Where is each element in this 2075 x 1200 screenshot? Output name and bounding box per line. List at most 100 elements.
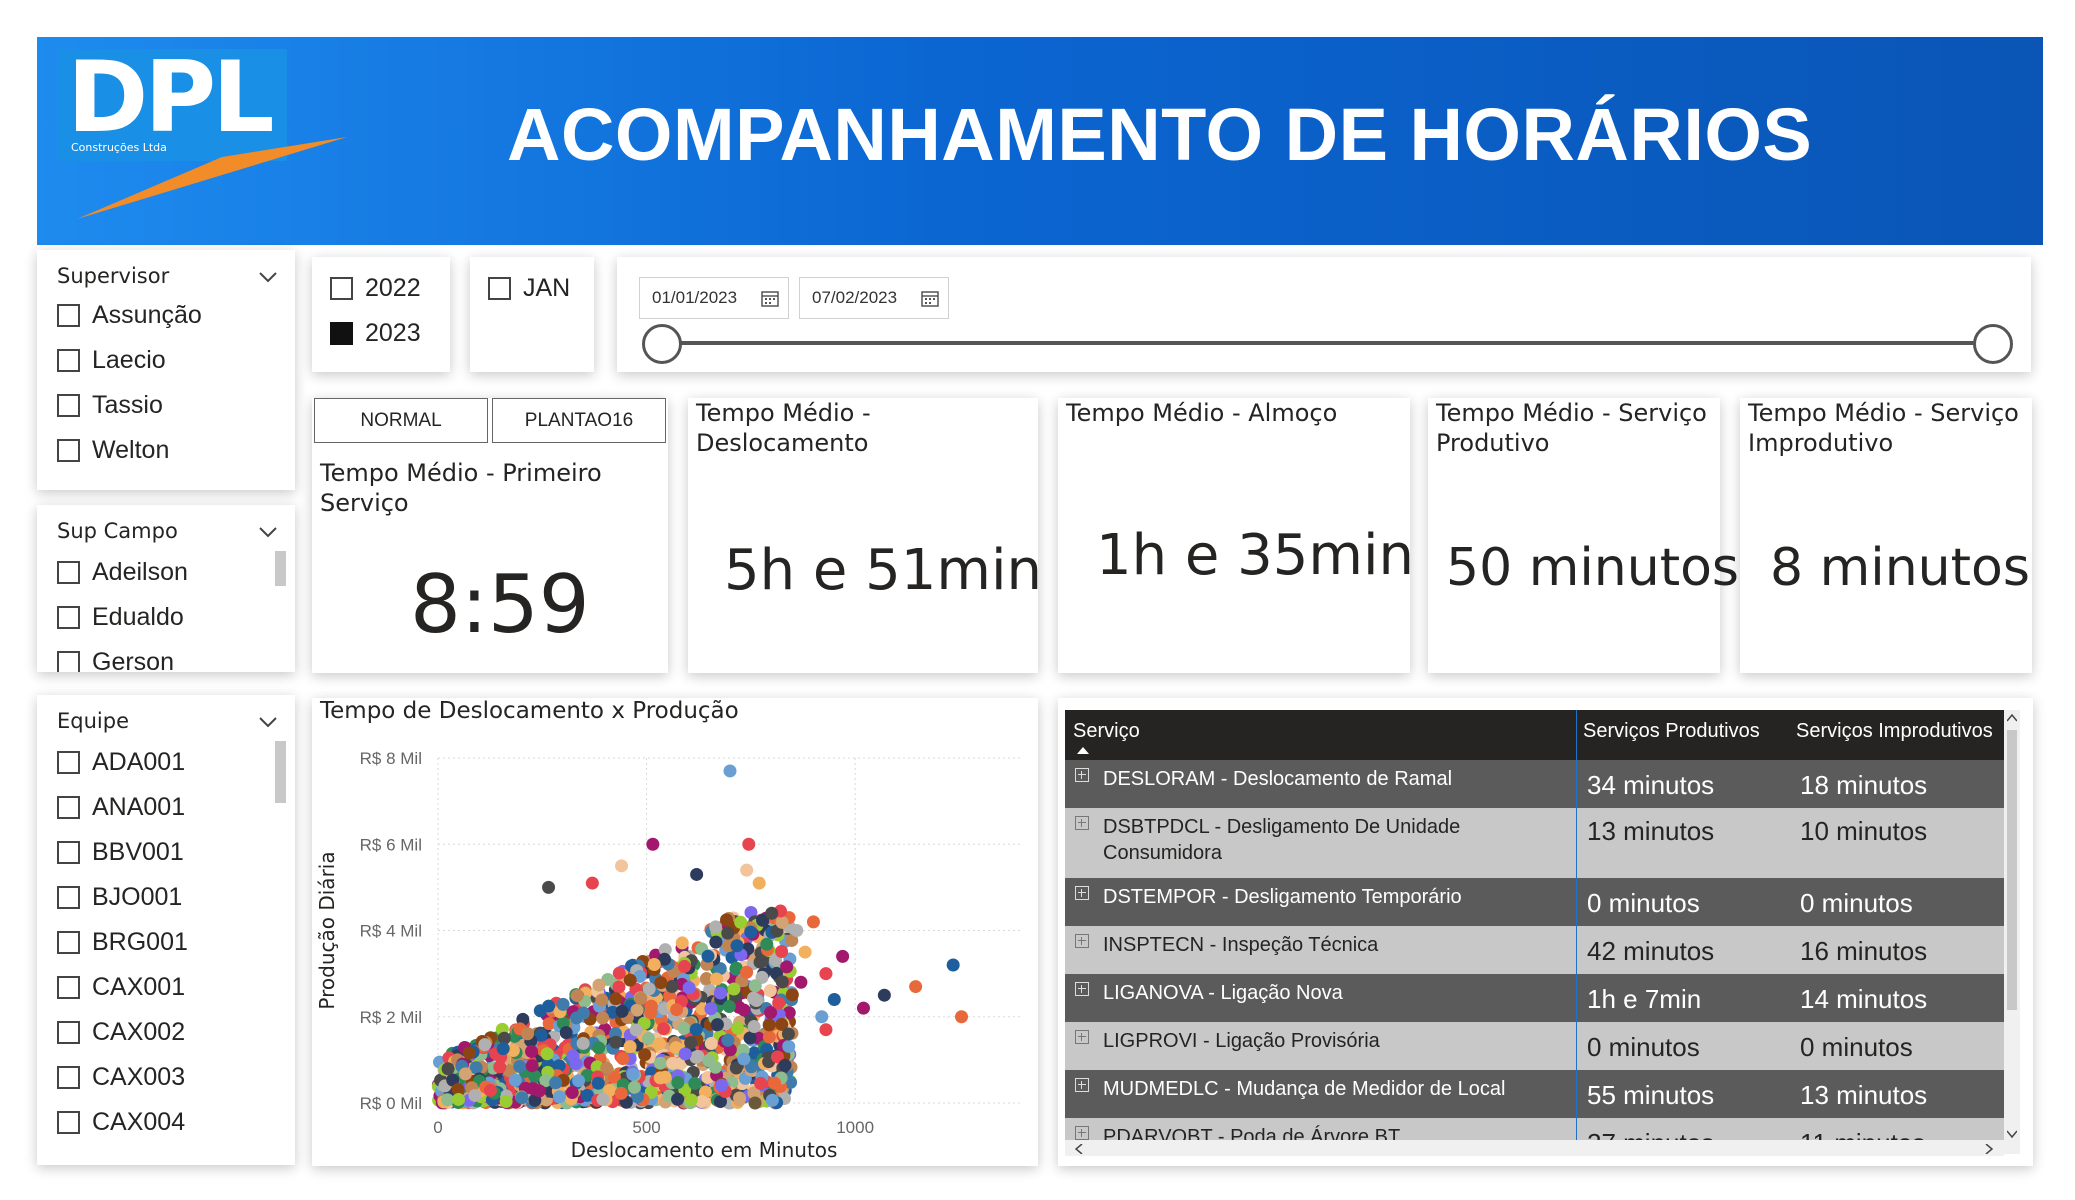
slicer-option[interactable]: Tassio: [57, 390, 163, 420]
vertical-scrollbar[interactable]: [2004, 710, 2020, 1154]
expand-icon[interactable]: [1075, 1126, 1089, 1140]
table-row[interactable]: LIGPROVI - Ligação Provisória 0 minutos 0 …: [1065, 1022, 2004, 1070]
table-row[interactable]: MUDMEDLC - Mudança de Medidor de Local 55…: [1065, 1070, 2004, 1118]
expand-icon[interactable]: [1075, 982, 1089, 996]
data-point: [665, 980, 679, 994]
checkbox[interactable]: [330, 276, 353, 300]
checkbox[interactable]: [57, 605, 80, 629]
calendar-icon[interactable]: [920, 288, 940, 308]
expand-icon[interactable]: [1075, 934, 1089, 948]
checkbox[interactable]: [57, 930, 80, 954]
data-point: [525, 1059, 539, 1073]
kpi-title: Tempo Médio - Serviço Improdutivo: [1748, 399, 2019, 457]
scroll-down-icon[interactable]: [2007, 1130, 2017, 1138]
kpi-value: 8 minutos: [1770, 538, 2030, 598]
slider-track[interactable]: [662, 341, 2000, 345]
slicer-option[interactable]: CAX003: [57, 1062, 185, 1092]
slicer-option[interactable]: CAX002: [57, 1017, 185, 1047]
checkbox-checked[interactable]: [330, 321, 353, 345]
slicer-option[interactable]: Welton: [57, 435, 169, 465]
year-option-2022[interactable]: 2022: [330, 273, 421, 303]
data-point: [709, 935, 723, 949]
checkbox[interactable]: [57, 303, 80, 327]
data-point: [515, 1091, 529, 1105]
data-point: [704, 1036, 718, 1050]
data-point: [709, 920, 723, 934]
data-point: [785, 988, 799, 1002]
checkbox[interactable]: [57, 885, 80, 909]
column-header-produtivos[interactable]: Serviços Produtivos: [1583, 720, 1760, 743]
scrollbar-thumb[interactable]: [2007, 730, 2017, 1010]
scroll-up-icon[interactable]: [2007, 714, 2017, 722]
slicer-option[interactable]: BBV001: [57, 837, 184, 867]
scroll-right-icon[interactable]: [1985, 1144, 1993, 1154]
expand-icon[interactable]: [1075, 1078, 1089, 1092]
scrollbar-thumb[interactable]: [275, 741, 286, 803]
checkbox[interactable]: [57, 795, 80, 819]
slicer-option[interactable]: BJO001: [57, 882, 182, 912]
year-option-2023[interactable]: 2023: [330, 318, 421, 348]
data-point: [615, 1004, 629, 1018]
checkbox[interactable]: [57, 393, 80, 417]
start-date-input[interactable]: 01/01/2023: [639, 277, 789, 319]
table-row[interactable]: INSPTECN - Inspeção Técnica 42 minutos 16 …: [1065, 926, 2004, 974]
table-row[interactable]: DESLORAM - Deslocamento de Ramal 34 minut…: [1065, 760, 2004, 808]
slicer-option[interactable]: ANA001: [57, 792, 185, 822]
month-option-jan[interactable]: JAN: [488, 273, 570, 303]
column-header-improdutivos[interactable]: Serviços Improdutivos: [1796, 720, 1993, 743]
slicer-option[interactable]: CAX004: [57, 1107, 185, 1137]
checkbox[interactable]: [57, 1020, 80, 1044]
checkbox[interactable]: [57, 750, 80, 774]
data-point: [468, 1088, 482, 1102]
checkbox[interactable]: [57, 1110, 80, 1134]
expand-icon[interactable]: [1075, 886, 1089, 900]
checkbox[interactable]: [57, 348, 80, 372]
chevron-down-icon[interactable]: [257, 711, 279, 733]
slicer-option[interactable]: Adeilson: [57, 557, 188, 587]
data-point: [781, 1027, 795, 1041]
expand-icon[interactable]: [1075, 816, 1089, 830]
slider-start-handle[interactable]: [642, 324, 682, 364]
kpi-value: 5h e 51min: [724, 538, 1043, 603]
cell-produtivos: 34 minutos: [1587, 770, 1715, 800]
table-row[interactable]: DSBTPDCL - Desligamento De Unidade Consu…: [1065, 808, 2004, 878]
calendar-icon[interactable]: [760, 288, 780, 308]
expand-icon[interactable]: [1075, 1030, 1089, 1044]
chevron-down-icon[interactable]: [257, 521, 279, 543]
table-row[interactable]: LIGANOVA - Ligação Nova 1h e 7min 14 minut…: [1065, 974, 2004, 1022]
slicer-option[interactable]: Edualdo: [57, 602, 184, 632]
kpi-value: 8:59: [410, 558, 590, 651]
checkbox[interactable]: [57, 975, 80, 999]
slicer-option[interactable]: Assunção: [57, 300, 202, 330]
chevron-down-icon[interactable]: [257, 266, 279, 288]
end-date-input[interactable]: 07/02/2023: [799, 277, 949, 319]
cell-servico: DSBTPDCL - Desligamento De Unidade Consu…: [1103, 816, 1461, 864]
slider-end-handle[interactable]: [1973, 324, 2013, 364]
checkbox[interactable]: [488, 276, 511, 300]
slicer-option[interactable]: ADA001: [57, 747, 185, 777]
cell-improdutivos: 10 minutos: [1800, 816, 1928, 846]
slicer-option[interactable]: BRG001: [57, 927, 188, 957]
scatter-chart[interactable]: R$ 0 Mil R$ 2 Mil R$ 4 Mil R$ 6 Mil R$ 8 Mil…: [312, 698, 1038, 1166]
data-point: [710, 1018, 724, 1032]
column-header-servico[interactable]: Serviço: [1073, 720, 1140, 743]
checkbox[interactable]: [57, 650, 80, 672]
option-label: Edualdo: [92, 602, 184, 631]
checkbox[interactable]: [57, 438, 80, 462]
data-point: [782, 1039, 796, 1053]
horizontal-scrollbar[interactable]: [1065, 1140, 2004, 1156]
slicer-option[interactable]: Laecio: [57, 345, 166, 375]
data-point: [721, 926, 735, 940]
normal-button[interactable]: NORMAL: [314, 398, 488, 443]
slicer-option[interactable]: Gerson: [57, 647, 174, 672]
scrollbar-thumb[interactable]: [275, 551, 286, 586]
checkbox[interactable]: [57, 560, 80, 584]
checkbox[interactable]: [57, 840, 80, 864]
expand-icon[interactable]: [1075, 768, 1089, 782]
plantao-button[interactable]: PLANTAO16: [492, 398, 666, 443]
slicer-option[interactable]: CAX001: [57, 972, 185, 1002]
checkbox[interactable]: [57, 1065, 80, 1089]
data-point: [592, 978, 606, 992]
table-row[interactable]: DSTEMPOR - Desligamento Temporário 0 minu…: [1065, 878, 2004, 926]
scroll-left-icon[interactable]: [1075, 1144, 1083, 1154]
